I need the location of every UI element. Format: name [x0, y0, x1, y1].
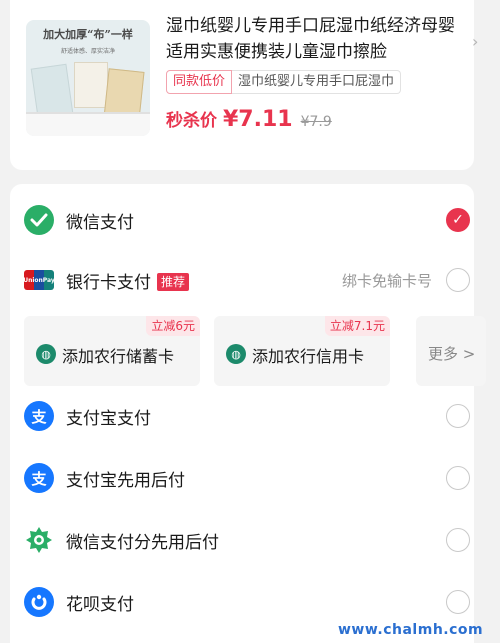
unionpay-icon: UnionPay	[23, 270, 55, 290]
wipes-package-image	[30, 63, 74, 119]
chevron-right-icon[interactable]: ›	[472, 32, 478, 51]
radio-unchecked-icon[interactable]	[446, 528, 470, 552]
wechat-pay-icon	[24, 205, 54, 235]
same-item-tag: 湿巾纸婴儿专用手口屁湿巾	[232, 70, 402, 94]
discount-badge: 立减6元	[146, 316, 200, 336]
alipay-icon: 支	[24, 463, 54, 493]
bind-card-hint: 绑卡免输卡号	[342, 271, 433, 290]
thumbnail-headline: 加大加厚“布”一样	[43, 28, 133, 41]
more-label: 更多 >	[428, 345, 476, 363]
add-abc-credit-card[interactable]: 立减7.1元 ◍ 添加农行信用卡	[214, 316, 390, 386]
price-row: 秒杀价 ¥7.11 ¥7.9	[166, 106, 332, 132]
low-price-tag: 同款低价	[166, 70, 233, 94]
payment-label: 微信支付分先用后付	[66, 532, 219, 553]
payment-option-bank-card[interactable]: UnionPay 银行卡支付 推荐 绑卡免输卡号	[10, 256, 474, 304]
payment-label: 支付宝先用后付	[66, 470, 185, 491]
alipay-icon: 支	[24, 401, 54, 431]
payment-label: 支付宝支付	[66, 408, 151, 429]
recommended-badge: 推荐	[157, 272, 190, 291]
original-price: ¥7.9	[300, 114, 332, 130]
payment-label: 微信支付	[66, 212, 134, 233]
radio-checked-icon[interactable]: ✓	[446, 208, 470, 232]
payment-option-alipay-pay-later[interactable]: 支 支付宝先用后付	[10, 454, 474, 502]
watermark: www.chalmh.com	[338, 622, 484, 638]
radio-unchecked-icon[interactable]	[446, 268, 470, 292]
product-card[interactable]: 加大加厚“布”一样 舒适体感、厚实洁净 湿巾纸婴儿专用手口屁湿巾纸经济母婴适用实…	[10, 0, 478, 170]
radio-unchecked-icon[interactable]	[446, 466, 470, 490]
flash-sale-label: 秒杀价	[166, 111, 217, 131]
payment-option-wechat-score[interactable]: 微信支付分先用后付	[10, 516, 474, 564]
abc-bank-icon: ◍	[226, 344, 246, 364]
card-label: 添加农行储蓄卡	[62, 347, 175, 366]
wipes-package-image	[74, 62, 108, 108]
sale-price: ¥7.11	[223, 107, 293, 132]
wechat-score-icon	[24, 525, 54, 555]
payment-option-wechat[interactable]: 微信支付 ✓	[10, 196, 474, 244]
add-abc-debit-card[interactable]: 立减6元 ◍ 添加农行储蓄卡	[24, 316, 200, 386]
product-tags: 同款低价 湿巾纸婴儿专用手口屁湿巾	[166, 70, 402, 94]
payment-methods-card: 微信支付 ✓ UnionPay 银行卡支付 推荐 绑卡免输卡号 立减6元 ◍ 添加…	[10, 184, 486, 643]
discount-badge: 立减7.1元	[324, 316, 390, 336]
product-title[interactable]: 湿巾纸婴儿专用手口屁湿巾纸经济母婴适用实惠便携装儿童湿巾擦脸	[166, 13, 466, 65]
abc-bank-icon: ◍	[36, 344, 56, 364]
radio-unchecked-icon[interactable]	[446, 590, 470, 614]
radio-unchecked-icon[interactable]	[446, 404, 470, 428]
card-label: 添加农行信用卡	[252, 347, 365, 366]
bank-card-options: 立减6元 ◍ 添加农行储蓄卡 立减7.1元 ◍ 添加农行信用卡 更多 >	[24, 316, 486, 386]
product-thumbnail[interactable]: 加大加厚“布”一样 舒适体感、厚实洁净	[26, 20, 150, 136]
payment-label: 花呗支付	[66, 594, 134, 615]
payment-label: 银行卡支付 推荐	[66, 268, 190, 293]
huabei-icon	[24, 587, 54, 617]
payment-option-huabei[interactable]: 花呗支付	[10, 578, 474, 626]
more-cards-button[interactable]: 更多 >	[416, 316, 486, 386]
towel-image	[26, 112, 150, 136]
payment-option-alipay[interactable]: 支 支付宝支付	[10, 392, 474, 440]
thumbnail-subline: 舒适体感、厚实洁净	[60, 48, 115, 55]
